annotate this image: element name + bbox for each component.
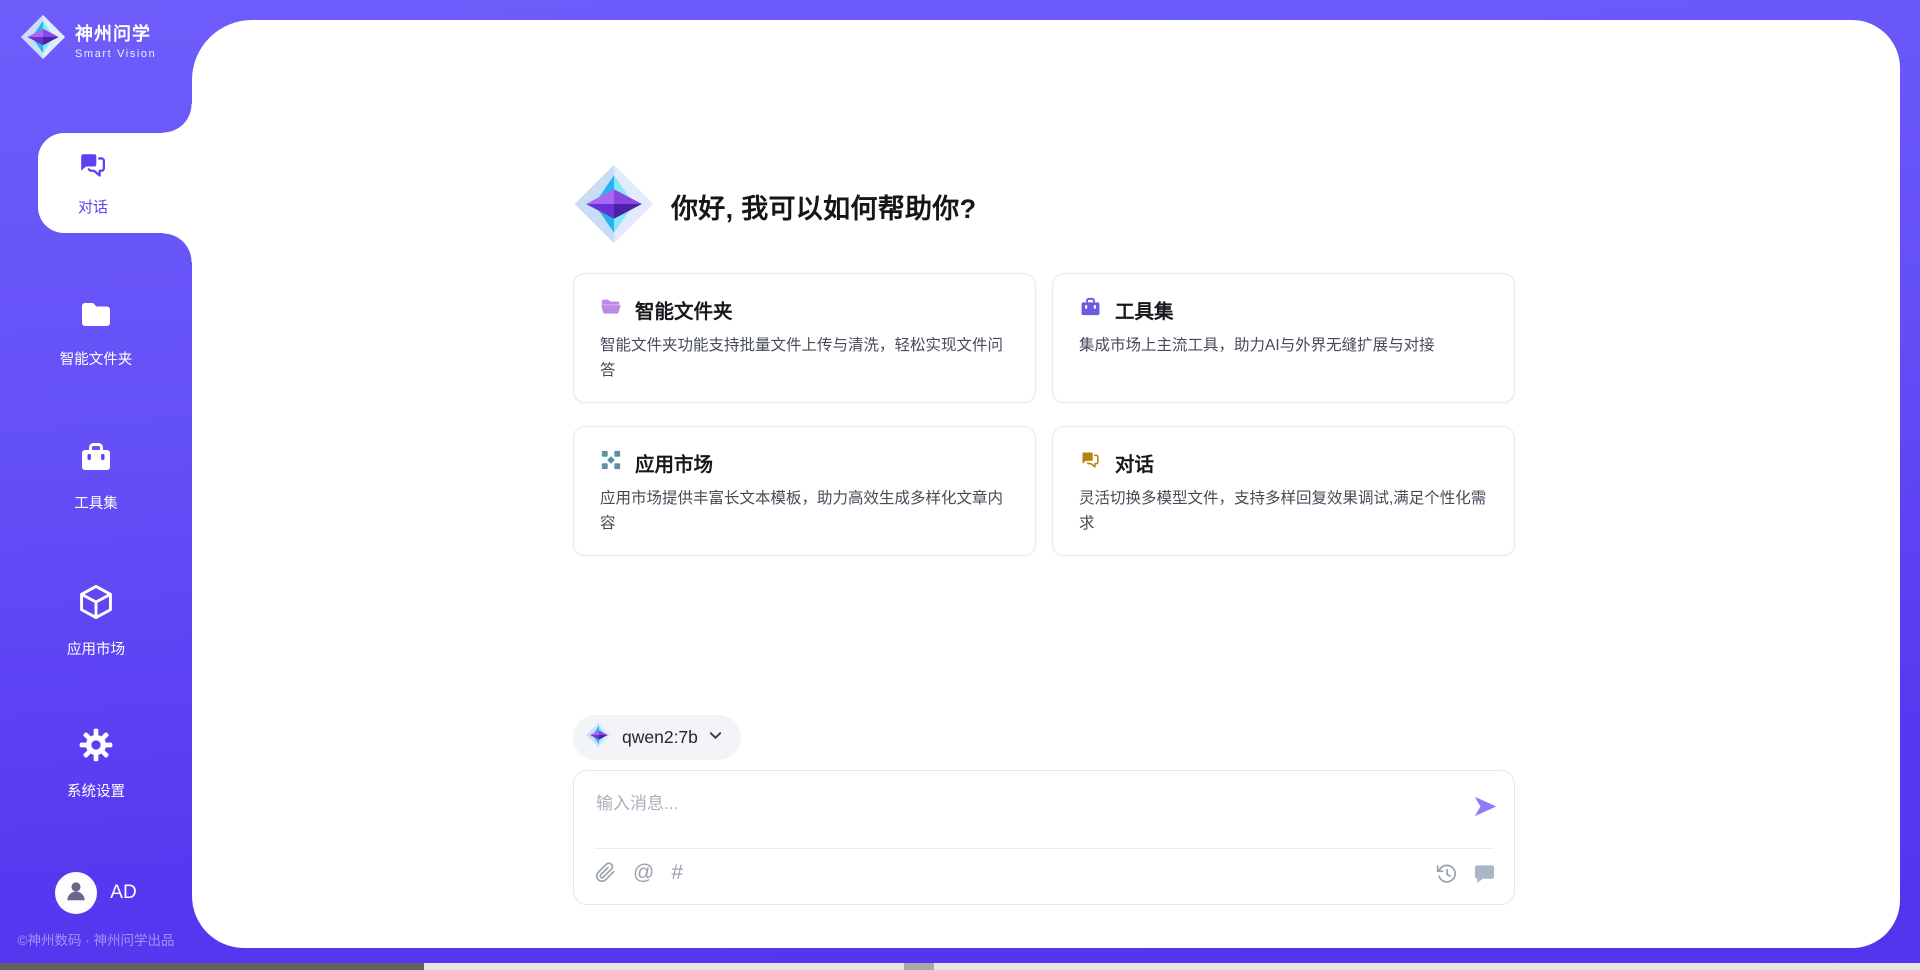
message-input[interactable] — [596, 789, 1456, 835]
brand-logo: 神州问学 Smart Vision — [20, 14, 156, 65]
cube-icon — [76, 582, 116, 627]
model-name: qwen2:7b — [622, 727, 698, 748]
feature-card-2[interactable]: 工具集 集成市场上主流工具，助力AI与外界无缝扩展与对接 — [1052, 273, 1515, 403]
at-icon[interactable]: @ — [633, 862, 654, 883]
history-icon[interactable] — [1436, 863, 1458, 885]
user-profile[interactable]: AD — [0, 872, 192, 914]
sidebar-item-label: 工具集 — [74, 492, 118, 513]
feature-card-4[interactable]: 对话 灵活切换多模型文件，支持多样回复效果调试,满足个性化需求 — [1052, 426, 1515, 556]
copyright-text: ©神州数码 · 神州问学出品 — [0, 929, 192, 949]
card-description: 应用市场提供丰富长文本模板，助力高效生成多样化文章内容 — [600, 487, 1009, 537]
sidebar-item-label: 系统设置 — [67, 780, 125, 801]
composer-toolbar: @ # — [595, 862, 683, 883]
card-title: 对话 — [1115, 448, 1154, 477]
app-root: { "brand": { "name": "神州问学", "subtitle":… — [0, 0, 1920, 970]
folder-icon — [78, 296, 114, 337]
feature-cards: 智能文件夹 智能文件夹功能支持批量文件上传与清洗，轻松实现文件问答 工具集 集成… — [573, 273, 1515, 556]
sidebar-item-label: 对话 — [78, 196, 108, 217]
feature-card-1[interactable]: 智能文件夹 智能文件夹功能支持批量文件上传与清洗，轻松实现文件问答 — [573, 273, 1036, 403]
toolbox-icon — [78, 440, 114, 481]
card-title: 智能文件夹 — [635, 295, 733, 324]
main-panel: 你好, 我可以如何帮助你? 智能文件夹 智能文件夹功能支持批量文件上传与清洗，轻… — [192, 20, 1900, 948]
card-description: 灵活切换多模型文件，支持多样回复效果调试,满足个性化需求 — [1079, 487, 1488, 537]
sidebar-item-2[interactable]: 智能文件夹 — [0, 296, 192, 369]
paperclip-icon[interactable] — [595, 862, 616, 883]
card-title: 工具集 — [1115, 295, 1174, 324]
diamond-logo-icon — [586, 722, 612, 753]
diamond-logo-icon — [20, 14, 66, 65]
brand-name: 神州问学 — [75, 20, 156, 46]
greeting-title: 你好, 我可以如何帮助你? — [671, 187, 976, 226]
send-button[interactable] — [1472, 793, 1498, 819]
sidebar-item-label: 智能文件夹 — [60, 348, 133, 369]
chat-filled-icon[interactable] — [1473, 862, 1496, 885]
sidebar-item-3[interactable]: 工具集 — [0, 440, 192, 513]
composer-right-toolbar — [1436, 862, 1496, 885]
brand-subtitle: Smart Vision — [75, 48, 156, 60]
grid-icon — [600, 449, 622, 476]
gear-icon — [77, 726, 115, 769]
hash-icon[interactable]: # — [671, 862, 683, 883]
composer-divider — [594, 848, 1494, 849]
avatar — [55, 872, 97, 914]
feature-card-3[interactable]: 应用市场 应用市场提供丰富长文本模板，助力高效生成多样化文章内容 — [573, 426, 1036, 556]
person-icon — [63, 878, 89, 909]
user-name: AD — [110, 882, 136, 904]
card-description: 智能文件夹功能支持批量文件上传与清洗，轻松实现文件问答 — [600, 334, 1009, 384]
chat-bubbles-icon — [76, 149, 110, 188]
diamond-logo-icon — [573, 163, 655, 250]
sidebar-item-5[interactable]: 系统设置 — [0, 726, 192, 801]
model-selector[interactable]: qwen2:7b — [573, 715, 741, 760]
sidebar-item-label: 应用市场 — [67, 638, 125, 659]
card-title: 应用市场 — [635, 448, 713, 477]
sidebar: 神州问学 Smart Vision 对话 智能文件夹 工具集 应用市场 系统设置… — [0, 0, 192, 970]
card-description: 集成市场上主流工具，助力AI与外界无缝扩展与对接 — [1079, 334, 1488, 359]
greeting: 你好, 我可以如何帮助你? — [573, 163, 976, 250]
message-composer: @ # — [573, 770, 1515, 905]
chat-bubbles-icon — [1079, 449, 1102, 477]
toolbox-icon — [1079, 296, 1102, 324]
folder-open-icon — [600, 296, 622, 323]
screen-bottom-edge — [0, 963, 1920, 970]
chevron-down-icon — [708, 728, 723, 748]
sidebar-item-1[interactable]: 对话 — [38, 133, 192, 233]
sidebar-item-4[interactable]: 应用市场 — [0, 582, 192, 659]
